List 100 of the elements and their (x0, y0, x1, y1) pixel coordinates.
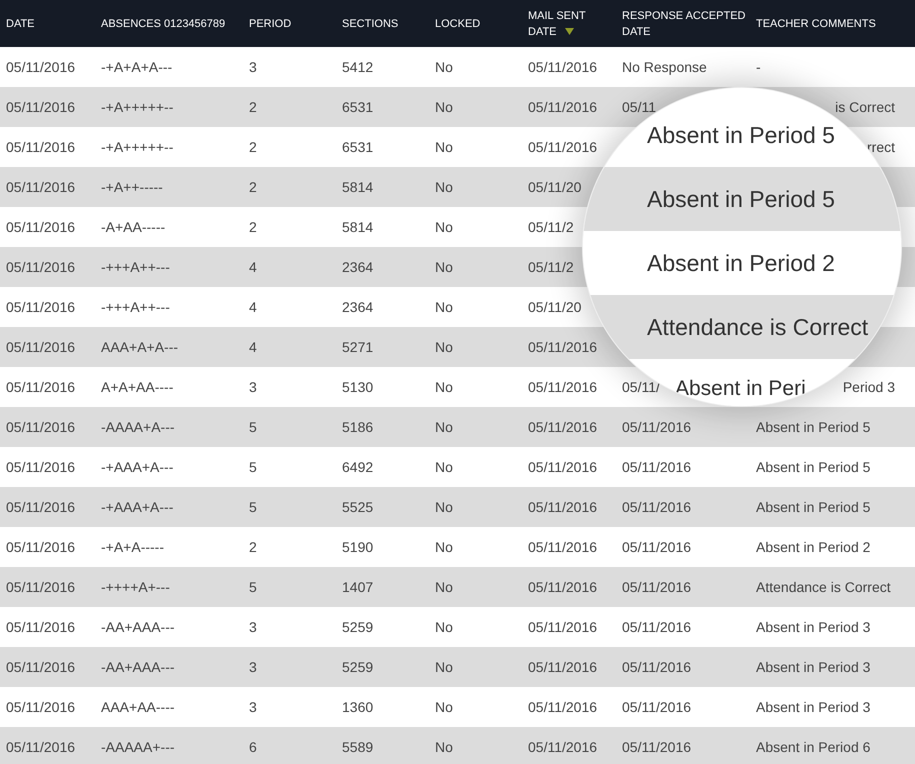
date-cell: 05/11/2016 (528, 59, 598, 75)
date-cell: 05/11/2016 (622, 739, 692, 755)
sections-cell: 1360 (342, 699, 374, 715)
absences-cell: A+A+AA---- (101, 379, 174, 395)
date-cell: 05/11/2016 (622, 699, 692, 715)
period-cell: 3 (249, 619, 257, 635)
absences-cell: -+A+A----- (101, 539, 164, 555)
locked-cell: No (435, 539, 453, 555)
sections-cell: 5186 (342, 419, 374, 435)
date-cell: 05/11/2016 (6, 259, 76, 275)
date-cell: 05/11/2016 (622, 579, 692, 595)
date-cell: 05/11/2016 (6, 699, 76, 715)
date-cell: 05/11/ (622, 379, 660, 395)
sections-cell: 1407 (342, 579, 374, 595)
locked-cell: No (435, 99, 453, 115)
column-header[interactable]: TEACHER COMMENTS (756, 16, 876, 32)
absences-cell: -AAAA+A--- (101, 419, 175, 435)
date-cell: 05/11/20 (528, 299, 582, 315)
sections-cell: 6531 (342, 139, 374, 155)
sections-cell: 2364 (342, 299, 374, 315)
absences-cell: AAA+A+A--- (101, 339, 178, 355)
comment-cell: is Correct (835, 99, 895, 115)
date-cell: 05/11/2016 (6, 499, 76, 515)
locked-cell: No (435, 699, 453, 715)
column-header[interactable]: MAIL SENT DATE (528, 8, 616, 40)
comment-cell: Absent in Period 5 (756, 459, 870, 475)
absences-cell: -+A++----- (101, 179, 163, 195)
date-cell: 05/11/2016 (528, 419, 598, 435)
column-header[interactable]: RESPONSE ACCEPTED DATE (622, 8, 750, 40)
date-cell: 05/11/2016 (622, 659, 692, 675)
absences-cell: AAA+AA---- (101, 699, 175, 715)
date-cell: 05/11/2016 (6, 419, 76, 435)
date-cell: 05/11/2016 (6, 539, 76, 555)
locked-cell: No (435, 339, 453, 355)
sections-cell: 5259 (342, 659, 374, 675)
locked-cell: No (435, 459, 453, 475)
column-header[interactable]: SECTIONS (342, 16, 398, 32)
date-cell: 05/11/2 (528, 219, 574, 235)
period-cell: 5 (249, 579, 257, 595)
sections-cell: 5130 (342, 379, 374, 395)
date-cell: 05/11/2016 (528, 699, 598, 715)
date-cell: 05/11/2 (528, 259, 574, 275)
date-cell: 05/11/2016 (528, 739, 598, 755)
date-cell: 05/11/2016 (6, 579, 76, 595)
sections-cell: 5271 (342, 339, 374, 355)
date-cell: 05/11/2016 (528, 659, 598, 675)
date-cell: 05/11/2016 (528, 619, 598, 635)
date-cell: 05/11/2016 (6, 139, 76, 155)
locked-cell: No (435, 139, 453, 155)
period-cell: 2 (249, 99, 257, 115)
magnified-comment: Attendance is Correct (647, 314, 868, 340)
locked-cell: No (435, 379, 453, 395)
date-cell: 05/11/2016 (6, 299, 76, 315)
date-cell: 05/11/2016 (6, 379, 76, 395)
sections-cell: 5589 (342, 739, 374, 755)
date-cell: 05/11/2016 (6, 99, 76, 115)
absences-cell: -+AAA+A--- (101, 459, 174, 475)
column-header[interactable]: LOCKED (435, 16, 480, 32)
period-cell: 3 (249, 59, 257, 75)
absences-cell: -+++A++--- (101, 259, 170, 275)
period-cell: 5 (249, 459, 257, 475)
comment-cell: Absent in Period 3 (756, 699, 870, 715)
locked-cell: No (435, 179, 453, 195)
sections-cell: 5525 (342, 499, 374, 515)
absences-cell: -+AAA+A--- (101, 499, 174, 515)
period-cell: 4 (249, 299, 257, 315)
date-cell: 05/11/2016 (528, 499, 598, 515)
sections-cell: 2364 (342, 259, 374, 275)
locked-cell: No (435, 619, 453, 635)
column-header[interactable]: ABSENCES 0123456789 (101, 16, 226, 32)
period-cell: 5 (249, 419, 257, 435)
date-cell: 05/11/2016 (528, 339, 598, 355)
date-cell: 05/11/2016 (6, 339, 76, 355)
absences-cell: -+++A++--- (101, 299, 170, 315)
sections-cell: 5190 (342, 539, 374, 555)
comment-cell: rrect (867, 139, 895, 155)
period-cell: 6 (249, 739, 257, 755)
date-cell: 05/11/2016 (6, 219, 76, 235)
absences-cell: -++++A+--- (101, 579, 170, 595)
date-cell: 05/11/2016 (528, 139, 598, 155)
comment-cell: Period 3 (842, 379, 895, 395)
comment-cell: Absent in Period 5 (756, 499, 870, 515)
locked-cell: No (435, 299, 453, 315)
magnified-comment: Absent in Period 5 (647, 122, 835, 149)
column-header[interactable]: DATE (6, 16, 35, 32)
sections-cell: 5814 (342, 179, 374, 195)
date-cell: 05/11/2016 (528, 539, 598, 555)
locked-cell: No (435, 259, 453, 275)
sections-cell: 5814 (342, 219, 374, 235)
absences-cell: -AA+AAA--- (101, 659, 175, 675)
comment-cell: Absent in Period 6 (756, 739, 870, 755)
date-cell: 05/11/2016 (622, 539, 692, 555)
date-cell: 05/11/2016 (6, 59, 76, 75)
absences-cell: -+A+++++-- (101, 99, 174, 115)
date-cell: 05/11/2016 (6, 179, 76, 195)
period-cell: 3 (249, 659, 257, 675)
date-cell: 05/11/2016 (622, 619, 692, 635)
absences-cell: -AAAAA+--- (101, 739, 175, 755)
column-header[interactable]: PERIOD (249, 16, 292, 32)
sections-cell: 5412 (342, 59, 374, 75)
